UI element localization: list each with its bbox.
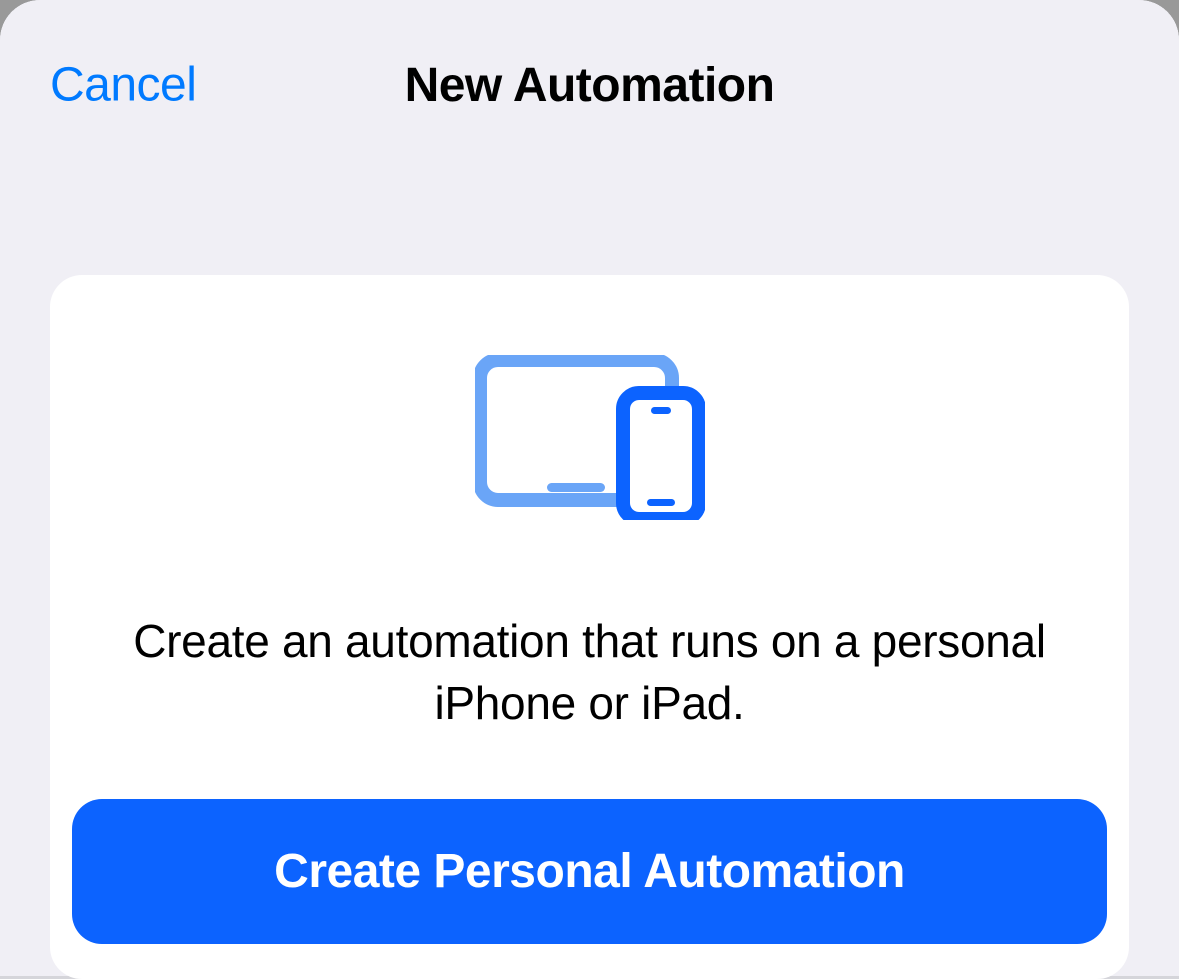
card-description: Create an automation that runs on a pers… [72, 610, 1107, 734]
personal-automation-card: Create an automation that runs on a pers… [50, 275, 1129, 979]
create-personal-automation-button[interactable]: Create Personal Automation [72, 799, 1107, 944]
modal-title: New Automation [405, 58, 775, 113]
devices-icon [475, 355, 705, 520]
cancel-button[interactable]: Cancel [50, 58, 196, 113]
new-automation-modal: Cancel New Automation Create an automati… [0, 0, 1179, 976]
modal-header: Cancel New Automation [50, 50, 1129, 120]
